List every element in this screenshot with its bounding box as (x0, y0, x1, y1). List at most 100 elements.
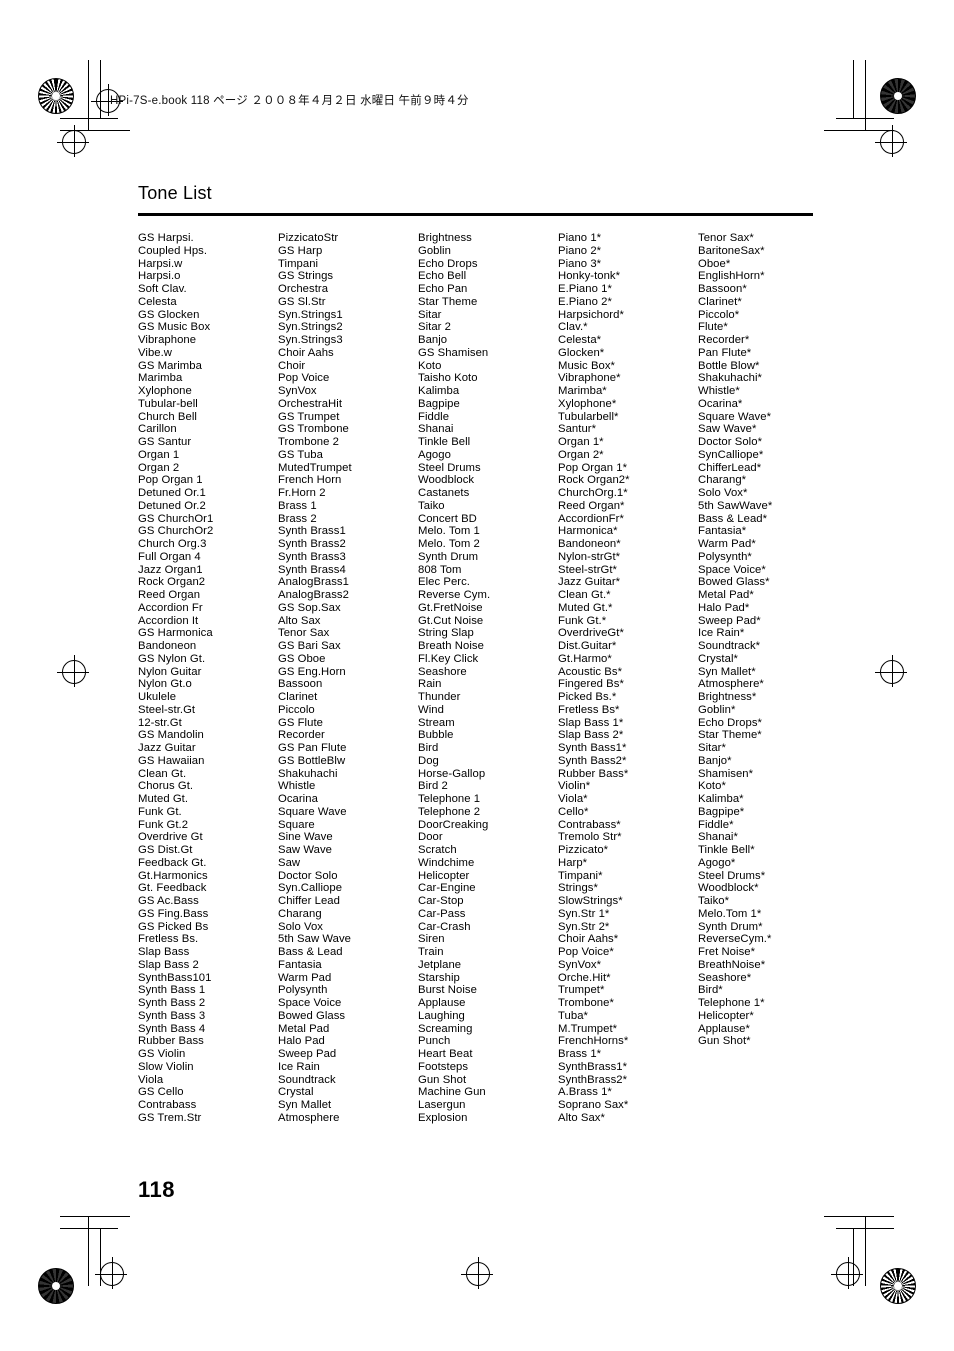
tone-item: Alto Sax (278, 614, 321, 627)
tone-item: Crystal* (698, 652, 738, 665)
tone-item: GS BottleBlw (278, 754, 346, 767)
tone-item: Bird 2 (418, 780, 448, 793)
tone-item: Harpsichord* (558, 308, 624, 321)
tone-item: SynCalliope* (698, 448, 764, 461)
tone-item: Train (418, 946, 444, 958)
tone-item: Harmonica* (558, 525, 618, 538)
tone-item: Orche.Hit* (558, 971, 611, 984)
tone-item: Warm Pad* (698, 538, 756, 550)
tone-item: 808 Tom (418, 563, 462, 576)
tone-item: Slap Bass 2* (558, 729, 624, 742)
tone-item: GS Sop.Sax (278, 601, 341, 614)
tone-item: Celesta* (558, 334, 602, 346)
tone-item: Pop Organ 1 (138, 474, 203, 487)
tone-item: Gt.Harmo* (558, 652, 612, 665)
tone-item: Charang (278, 907, 322, 920)
tone-item: Glocken* (558, 346, 605, 359)
tone-item: Synth Brass4 (278, 563, 346, 576)
tone-item: Metal Pad* (698, 589, 754, 601)
tone-item: Whistle* (698, 385, 740, 397)
tone-item: Bird (418, 742, 439, 754)
tone-item: Honky-tonk* (558, 270, 621, 283)
page-number: 118 (138, 1177, 175, 1202)
tone-item: ChifferLead* (698, 461, 762, 474)
tone-item: Trombone 2 (278, 436, 339, 448)
tone-column-2: PizzicatoStr GS Harp Timpani GS Strings Orch… (278, 232, 418, 1125)
tone-item: Star Theme (418, 295, 478, 308)
tone-item: GS Cello (138, 1086, 184, 1099)
tone-item: AnalogBrass1 (278, 576, 349, 589)
tone-item: Echo Pan (418, 283, 468, 295)
tone-item: GS Oboe (278, 652, 326, 665)
tone-item: Bubble (418, 729, 454, 742)
tone-item: Orchestra (278, 283, 329, 295)
tone-item: SynthBrass1* (558, 1060, 628, 1073)
tone-item: Wind (418, 703, 444, 716)
tone-item: GS Marimba (138, 359, 202, 372)
tone-item: Contrabass* (558, 818, 621, 831)
tone-item: Synth Brass2 (278, 538, 346, 550)
tone-item: Warm Pad (278, 971, 332, 984)
tone-item: Rubber Bass (138, 1035, 204, 1048)
tone-item: Fiddle (418, 410, 450, 423)
tone-item: MutedTrumpet (278, 461, 352, 474)
tone-item: Telephone 1 (418, 793, 481, 805)
tone-item: Car-Crash (418, 920, 471, 933)
tone-item: 12-str.Gt (138, 716, 182, 729)
tone-item: GS Harmonica (138, 627, 213, 640)
tone-item: Woodblock* (698, 882, 759, 895)
tone-item: Shamisen* (698, 767, 754, 780)
tone-item: ReverseCym.* (698, 933, 772, 946)
tone-item: EnglishHorn* (698, 270, 765, 283)
tone-column-1: GS Harpsi. Coupled Hps. Harpsi.w Harpsi.o So… (138, 232, 278, 1125)
tone-item: GS Strings (278, 270, 334, 283)
tone-item: Agogo* (698, 856, 736, 869)
tone-item: Pizzicato* (558, 844, 609, 856)
tone-item: Horse-Gallop (418, 767, 486, 780)
tone-item: Vibe.w (138, 346, 173, 359)
tone-item: Soft Clav. (138, 283, 187, 295)
tone-item: Viola* (558, 793, 588, 805)
tone-item: Doctor Solo (278, 869, 338, 882)
tone-item: Synth Brass1 (278, 525, 346, 538)
tone-item: Applause (418, 997, 466, 1009)
tone-item: Saw Wave (278, 844, 332, 856)
tone-item: Footsteps (418, 1060, 469, 1073)
tone-item: BreathNoise* (698, 958, 766, 971)
tone-item: DoorCreaking (418, 818, 489, 831)
tone-item: AnalogBrass2 (278, 589, 349, 601)
tone-item: Fantasia* (698, 525, 747, 538)
tone-item: Syn.Str 2* (558, 920, 610, 933)
tone-item: Car-Pass (418, 907, 466, 920)
tone-item: Stream (418, 716, 455, 729)
tone-item: Contrabass (138, 1099, 197, 1111)
tone-item: E.Piano 1* (558, 283, 612, 295)
tone-item: Acoustic Bs* (558, 665, 623, 678)
tone-item: Reed Organ (138, 589, 201, 601)
tone-item: Sitar 2 (418, 321, 451, 334)
tone-column-5: Tenor Sax* BaritoneSax* Oboe* EnglishHorn* B… (698, 232, 838, 1125)
tone-item: Saw Wave* (698, 423, 757, 436)
tone-item: OrchestraHit (278, 397, 343, 410)
tone-item: Sweep Pad* (698, 614, 761, 627)
tone-item: Muted Gt. (138, 793, 189, 805)
tone-item: Pop Voice* (558, 946, 614, 958)
tone-item: Rain (418, 678, 442, 691)
tone-item: Star Theme* (698, 729, 762, 742)
tone-item: Bottle Blow* (698, 359, 760, 372)
tone-item: Seashore* (698, 971, 752, 984)
tone-item: 5th SawWave* (698, 499, 773, 512)
tone-item: Dog (418, 754, 439, 767)
tone-item: GS Harp (278, 244, 323, 257)
tone-item: Organ 1 (138, 448, 180, 461)
tone-item: Shanai* (698, 831, 738, 844)
tone-item: Fretless Bs* (558, 703, 620, 716)
tone-item: Church Bell (138, 410, 197, 423)
tone-item: Recorder* (698, 334, 750, 346)
tone-item: GS Nylon Gt. (138, 652, 206, 665)
tone-item: Jetplane (418, 958, 462, 971)
tone-item: Piccolo (278, 703, 315, 716)
tone-item: Accordion Fr (138, 601, 203, 614)
tone-item: Bagpipe* (698, 805, 745, 818)
tone-item: Synth Brass3 (278, 550, 346, 563)
